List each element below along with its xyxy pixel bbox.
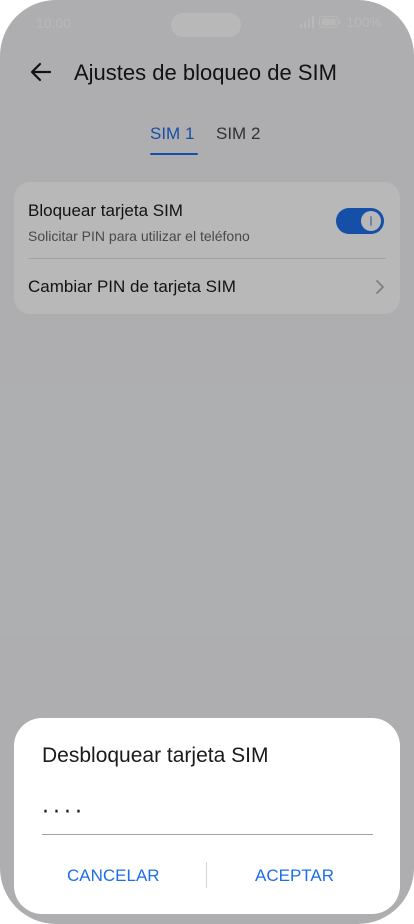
accept-button[interactable]: ACEPTAR <box>255 866 334 886</box>
dialog-actions: CANCELAR ACEPTAR <box>14 858 400 898</box>
button-divider <box>206 862 207 888</box>
cancel-button[interactable]: CANCELAR <box>67 866 160 886</box>
unlock-sim-dialog: Desbloquear tarjeta SIM ···· CANCELAR AC… <box>14 718 400 914</box>
device-frame: 10:00 100% Ajustes de bloqueo de SIM SIM… <box>0 0 414 924</box>
pin-value: ···· <box>42 800 86 825</box>
pin-input[interactable]: ···· <box>42 798 373 835</box>
screen: 10:00 100% Ajustes de bloqueo de SIM SIM… <box>0 0 414 924</box>
dialog-title: Desbloquear tarjeta SIM <box>42 744 269 767</box>
